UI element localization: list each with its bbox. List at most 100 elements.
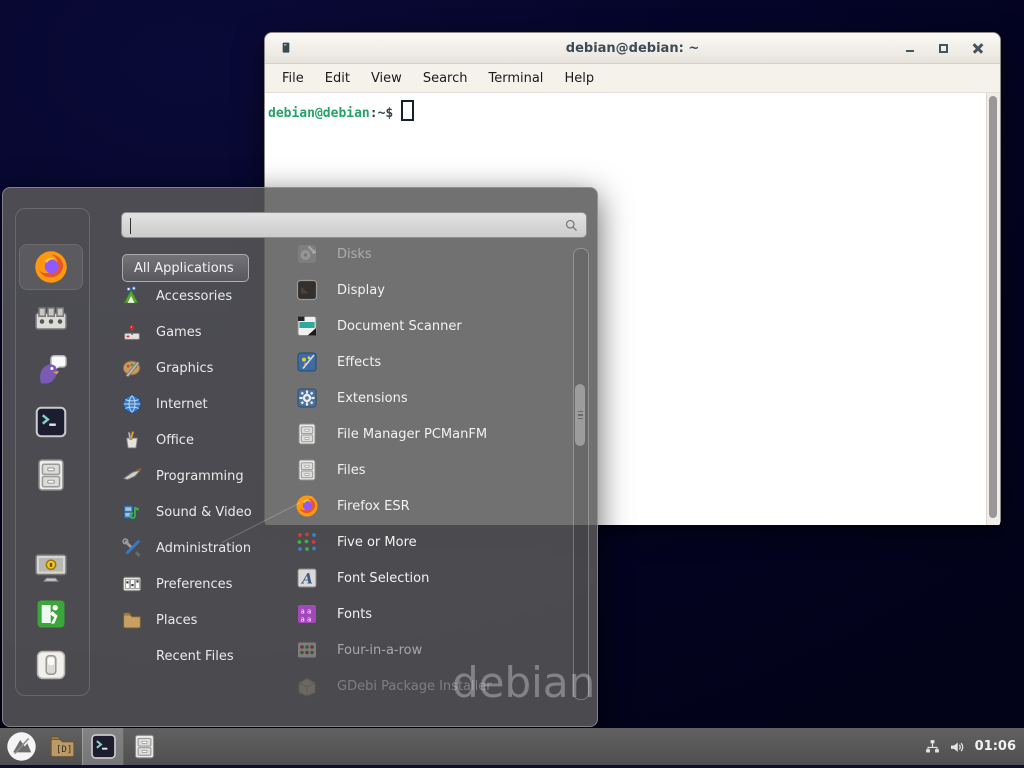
terminal-menu-file[interactable]: File: [276, 68, 310, 89]
category-label: Office: [156, 433, 194, 448]
category-label: Programming: [156, 469, 244, 484]
minimize-button[interactable]: [902, 40, 918, 56]
app-label: Disks: [337, 247, 372, 262]
category-label: Preferences: [156, 577, 232, 592]
favorite-terminal-button[interactable]: [19, 399, 83, 445]
terminal-menu-search[interactable]: Search: [417, 68, 474, 89]
category-graphics[interactable]: Graphics: [121, 350, 281, 386]
category-accessories[interactable]: Accessories: [121, 278, 281, 314]
volume-icon[interactable]: [948, 738, 966, 756]
terminal-scrollbar-thumb[interactable]: [989, 96, 997, 518]
search-box[interactable]: [121, 212, 587, 238]
terminal-scrollbar[interactable]: [986, 93, 1000, 525]
svg-text:a a: a a: [301, 616, 312, 624]
app-five-or-more[interactable]: Five or More: [285, 524, 567, 560]
app-label: Fonts: [337, 607, 372, 622]
app-label: Font Selection: [337, 571, 429, 586]
taskbar: [D] 01:06: [0, 728, 1024, 768]
app-files[interactable]: Files: [285, 452, 567, 488]
app-label: GDebi Package Installer: [337, 679, 492, 694]
all-applications-label: All Applications: [134, 261, 234, 276]
app-label: Files: [337, 463, 366, 478]
app-font-selection[interactable]: A Font Selection: [285, 560, 567, 596]
search-input[interactable]: [122, 213, 564, 237]
category-office[interactable]: Office: [121, 422, 281, 458]
clock[interactable]: 01:06: [975, 739, 1016, 754]
application-list: Disks DisplayDocument Scanner Effects Exten…: [285, 236, 567, 704]
favorites-panel: [15, 208, 90, 696]
terminal-cursor: [401, 100, 414, 121]
games-icon: [121, 321, 143, 343]
document-scanner-icon: [295, 314, 319, 338]
maximize-button[interactable]: [936, 40, 952, 56]
application-menu: All Applications Accessories Games Graphic…: [2, 187, 598, 727]
app-effects[interactable]: Effects: [285, 344, 567, 380]
terminal-menu-edit[interactable]: Edit: [319, 68, 356, 89]
favorite-pidgin-button[interactable]: [19, 347, 83, 393]
terminal-menu-terminal[interactable]: Terminal: [482, 68, 549, 89]
taskbar-start-button[interactable]: [0, 728, 42, 765]
accessories-icon: [121, 285, 143, 307]
app-file-manager-pcmanfm[interactable]: File Manager PCManFM: [285, 416, 567, 452]
category-games[interactable]: Games: [121, 314, 281, 350]
system-tray: 01:06: [924, 728, 1016, 765]
app-document-scanner[interactable]: Document Scanner: [285, 308, 567, 344]
preferences-icon: [121, 573, 143, 595]
category-internet[interactable]: Internet: [121, 386, 281, 422]
favorite-lock-screen-button[interactable]: [19, 544, 83, 590]
category-administration[interactable]: Administration: [121, 530, 281, 566]
effects-icon: [295, 350, 319, 374]
svg-text:A: A: [300, 572, 313, 588]
taskbar-terminal-button[interactable]: [82, 728, 124, 765]
app-label: Effects: [337, 355, 381, 370]
favorite-firefox-button[interactable]: [19, 244, 83, 290]
internet-icon: [121, 393, 143, 415]
terminal-menubar: File Edit View Search Terminal Help: [265, 64, 1000, 93]
favorite-shutdown-button[interactable]: [19, 642, 83, 688]
taskbar-launchers: [D]: [0, 728, 164, 765]
app-label: Five or More: [337, 535, 417, 550]
text-cursor: [130, 218, 131, 234]
app-extensions[interactable]: Extensions: [285, 380, 567, 416]
category-label: Recent Files: [156, 649, 234, 664]
app-label: File Manager PCManFM: [337, 427, 487, 442]
file-manager-icon: [131, 733, 158, 760]
app-gdebi-package-installer[interactable]: GDebi Package Installer: [285, 668, 567, 704]
pidgin-icon: [33, 352, 69, 388]
disks-icon: [295, 242, 319, 266]
shutdown-icon: [33, 647, 69, 683]
office-icon: [121, 429, 143, 451]
firefox-icon: [33, 249, 69, 285]
favorite-file-manager-button[interactable]: [19, 452, 83, 498]
network-icon[interactable]: [924, 738, 941, 755]
favorite-control-panel-button[interactable]: [19, 297, 83, 343]
close-button[interactable]: [970, 40, 986, 56]
lock-screen-icon: [33, 549, 69, 585]
programming-icon: [121, 465, 143, 487]
app-list-scrollbar-thumb[interactable]: [575, 384, 585, 446]
favorite-logout-button[interactable]: [19, 591, 83, 637]
font-selection-icon: A: [295, 566, 319, 590]
taskbar-desktop-folder-button[interactable]: [D]: [42, 728, 82, 765]
app-list-scrollbar[interactable]: [573, 248, 589, 700]
terminal-menu-view[interactable]: View: [365, 68, 408, 89]
terminal-icon: [89, 732, 118, 761]
file-manager-icon: [295, 422, 319, 446]
app-display[interactable]: Display: [285, 272, 567, 308]
terminal-window-icon: [278, 40, 294, 56]
category-label: Games: [156, 325, 201, 340]
app-label: Extensions: [337, 391, 408, 406]
control-panel-icon: [33, 302, 69, 338]
terminal-titlebar[interactable]: debian@debian: ~: [265, 33, 1000, 64]
category-preferences[interactable]: Preferences: [121, 566, 281, 602]
app-firefox-esr[interactable]: Firefox ESR: [285, 488, 567, 524]
terminal-menu-help[interactable]: Help: [558, 68, 600, 89]
app-fonts[interactable]: a aa aFonts: [285, 596, 567, 632]
category-programming[interactable]: Programming: [121, 458, 281, 494]
category-recent-files[interactable]: Recent Files: [121, 638, 281, 674]
app-disks[interactable]: Disks: [285, 236, 567, 272]
category-label: Internet: [156, 397, 208, 412]
app-four-in-a-row[interactable]: Four-in-a-row: [285, 632, 567, 668]
category-places[interactable]: Places: [121, 602, 281, 638]
taskbar-file-manager-button[interactable]: [124, 728, 164, 765]
